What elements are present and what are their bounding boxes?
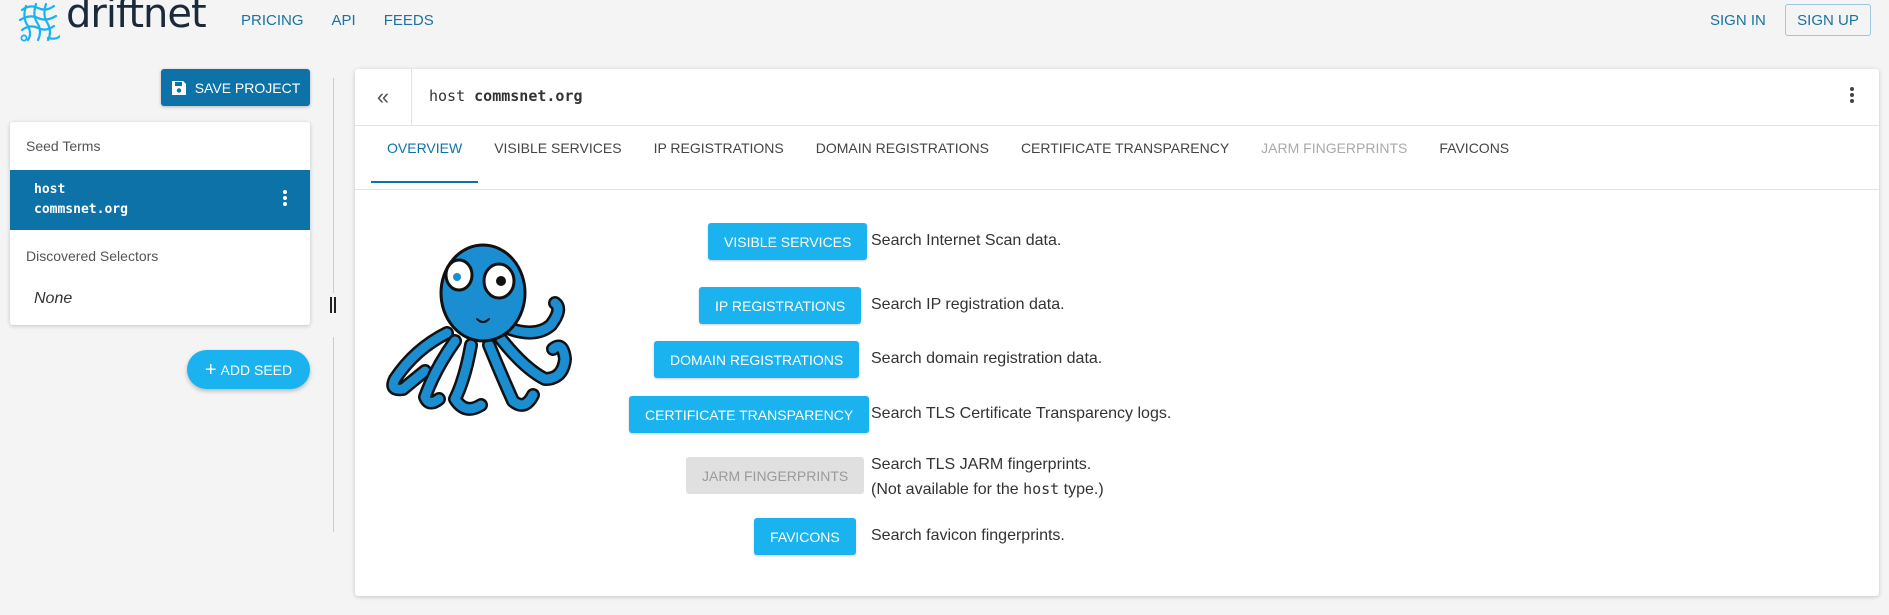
nav-pricing[interactable]: PRICING <box>241 12 304 29</box>
add-seed-label: ADD SEED <box>220 361 293 378</box>
add-seed-button[interactable]: + ADD SEED <box>187 350 310 389</box>
tab-ip-registrations[interactable]: IP REGISTRATIONS <box>638 125 800 181</box>
jarm-desc-note-code: host <box>1023 480 1060 498</box>
nav-feeds[interactable]: FEEDS <box>384 12 434 29</box>
query-type: host <box>429 87 466 105</box>
save-project-button[interactable]: SAVE PROJECT <box>161 69 310 106</box>
ip-registrations-button[interactable]: IP REGISTRATIONS <box>699 287 862 324</box>
query-bar: « host commsnet.org <box>355 69 1879 126</box>
splitter-drag-handle[interactable] <box>330 297 338 313</box>
save-icon <box>171 80 186 95</box>
discovered-none: None <box>34 290 73 307</box>
seed-item[interactable]: host commsnet.org <box>10 170 310 230</box>
octopus-mascot-image <box>386 243 572 416</box>
collapse-icon[interactable]: « <box>355 69 412 125</box>
domain-registrations-button[interactable]: DOMAIN REGISTRATIONS <box>654 341 860 378</box>
more-options-icon[interactable] <box>1850 87 1856 105</box>
tab-certificate-transparency[interactable]: CERTIFICATE TRANSPARENCY <box>1005 125 1245 181</box>
jarm-desc-note-prefix: (Not available for the <box>871 481 1024 498</box>
save-project-label: SAVE PROJECT <box>194 79 301 96</box>
logo-mesh-icon <box>18 2 60 42</box>
visible-services-button[interactable]: VISIBLE SERVICES <box>708 223 868 260</box>
tab-favicons[interactable]: FAVICONS <box>1423 125 1525 181</box>
jarm-fingerprints-desc: Search TLS JARM fingerprints. (Not avail… <box>871 453 1104 502</box>
certificate-transparency-desc: Search TLS Certificate Transparency logs… <box>871 405 1172 422</box>
ip-registrations-desc: Search IP registration data. <box>871 296 1065 313</box>
query-value: commsnet.org <box>474 87 583 105</box>
logo-text: driftnet <box>66 0 207 37</box>
driftnet-logo[interactable]: driftnet <box>16 0 207 46</box>
certificate-transparency-button[interactable]: CERTIFICATE TRANSPARENCY <box>629 396 870 433</box>
discovered-selectors-heading: Discovered Selectors <box>26 248 159 264</box>
jarm-fingerprints-button: JARM FINGERPRINTS <box>686 457 865 494</box>
tab-visible-services[interactable]: VISIBLE SERVICES <box>478 125 637 181</box>
seed-card: Seed Terms host commsnet.org Discovered … <box>10 122 310 325</box>
jarm-desc-note-suffix: type.) <box>1059 481 1104 498</box>
query-text: host commsnet.org <box>429 87 583 105</box>
favicons-button[interactable]: FAVICONS <box>754 518 856 555</box>
plus-icon: + <box>204 358 217 381</box>
nav-api[interactable]: API <box>332 12 356 29</box>
tabs-divider <box>355 189 1879 190</box>
domain-registrations-desc: Search domain registration data. <box>871 350 1103 367</box>
splitter-line-top <box>333 78 334 293</box>
sign-in-link[interactable]: SIGN IN <box>1710 12 1766 29</box>
seed-terms-heading: Seed Terms <box>26 138 101 154</box>
visible-services-desc: Search Internet Scan data. <box>871 232 1062 249</box>
favicons-desc: Search favicon fingerprints. <box>871 527 1065 544</box>
jarm-desc-line1: Search TLS JARM fingerprints. <box>871 456 1092 473</box>
splitter-line-bottom <box>333 337 334 532</box>
seed-menu-icon[interactable] <box>280 190 290 210</box>
main-panel: « host commsnet.org OVERVIEW VISIBLE SER… <box>355 69 1879 596</box>
tab-jarm-fingerprints: JARM FINGERPRINTS <box>1261 140 1408 156</box>
tab-domain-registrations[interactable]: DOMAIN REGISTRATIONS <box>800 125 1005 181</box>
seed-type: host <box>34 182 66 197</box>
sign-up-button[interactable]: SIGN UP <box>1785 4 1871 36</box>
tab-overview[interactable]: OVERVIEW <box>371 125 479 183</box>
seed-value: commsnet.org <box>34 202 128 217</box>
tab-bar: OVERVIEW VISIBLE SERVICES IP REGISTRATIO… <box>371 125 1525 183</box>
top-nav: PRICING API FEEDS <box>241 12 462 29</box>
